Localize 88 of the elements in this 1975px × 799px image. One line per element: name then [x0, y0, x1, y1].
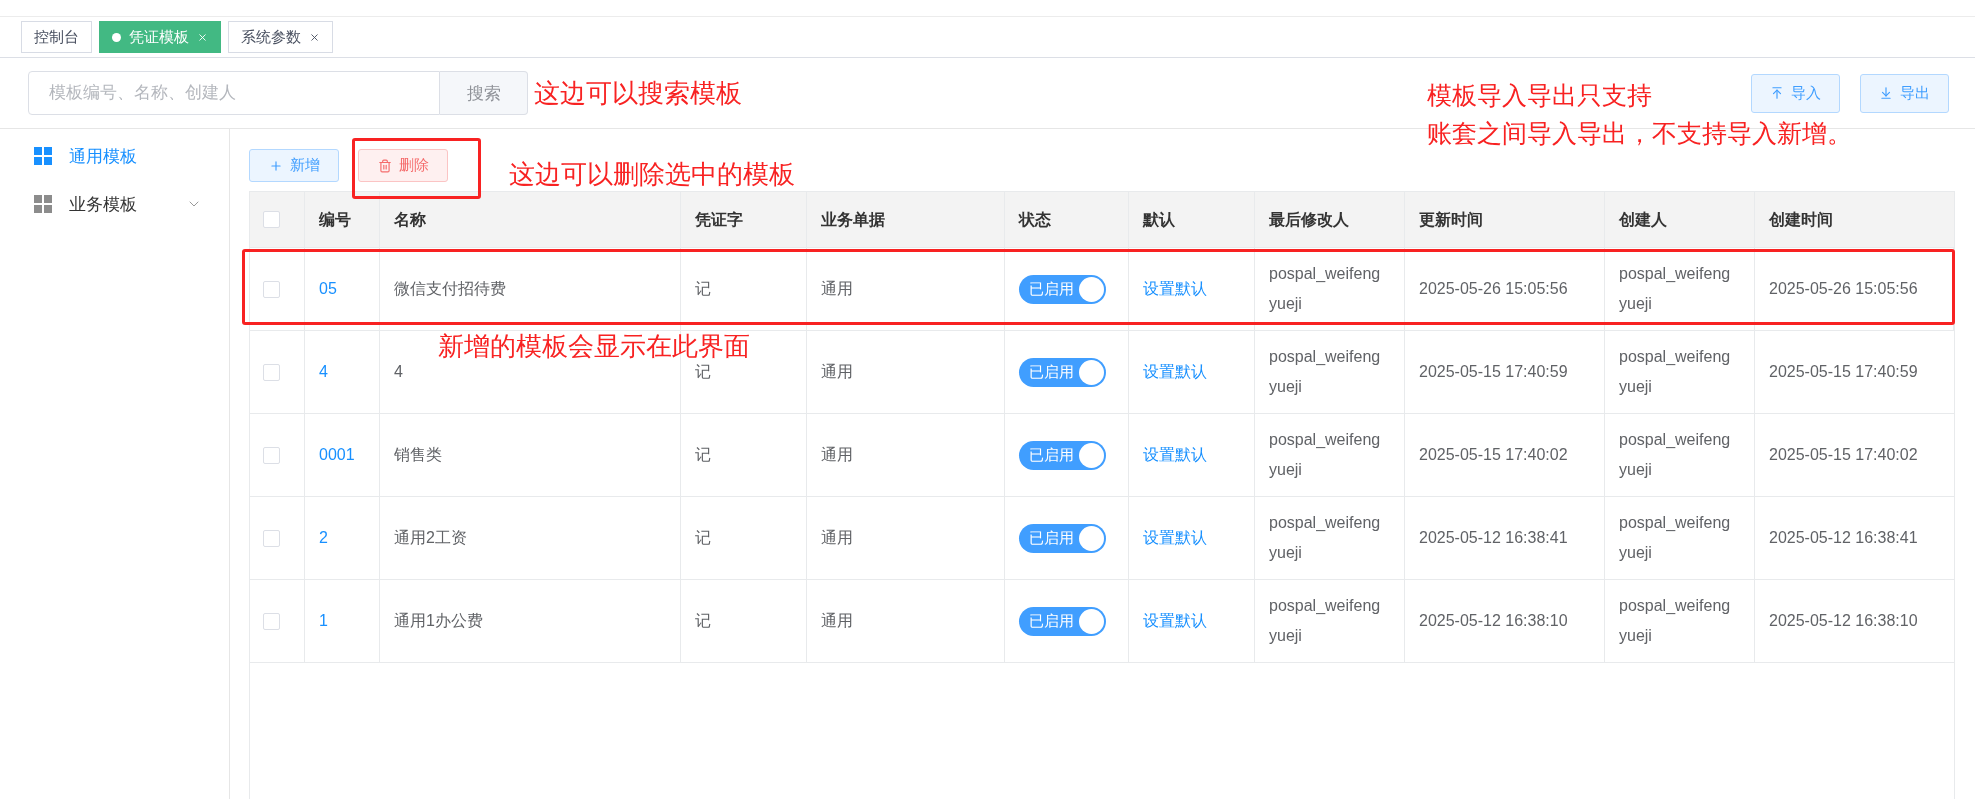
table-cell: 记 — [681, 414, 807, 496]
table-cell: pospal_weifeng yueji — [1255, 497, 1405, 579]
code-link[interactable]: 4 — [319, 357, 328, 387]
set-default-link[interactable]: 设置默认 — [1143, 440, 1207, 470]
set-default-link[interactable]: 设置默认 — [1143, 357, 1207, 387]
grid-icon — [34, 195, 52, 213]
table-cell: 2025-05-12 16:38:10 — [1405, 580, 1605, 662]
checkbox[interactable] — [263, 612, 280, 630]
table-cell-text: 2025-05-15 17:40:02 — [1768, 445, 1919, 465]
column-header: 最后修改人 — [1255, 192, 1405, 247]
table-cell: 通用 — [807, 248, 1005, 330]
search-field[interactable]: 模板编号、名称、创建人 — [28, 71, 440, 115]
table-cell: 通用 — [807, 497, 1005, 579]
toggle-switch[interactable]: 已启用 — [1019, 440, 1106, 470]
annotation-text: 新增的模板会显示在此界面 — [438, 332, 750, 360]
set-default-link[interactable]: 设置默认 — [1143, 274, 1207, 304]
annotation-text: 这边可以搜索模板 — [534, 78, 742, 108]
dot-icon — [112, 32, 121, 42]
sidebar-item[interactable]: 业务模板 — [0, 180, 229, 228]
table-cell: pospal_weifeng yueji — [1605, 580, 1755, 662]
column-header: 编号 — [305, 192, 380, 247]
table-cell: 2025-05-15 17:40:02 — [1405, 414, 1605, 496]
table-cell-text: 2025-05-12 16:38:10 — [1768, 611, 1919, 631]
annotation-text: 账套之间导入导出，不支持导入新增。 — [1427, 118, 1852, 149]
table-cell: 记 — [681, 248, 807, 330]
code-link[interactable]: 05 — [319, 274, 337, 304]
table-cell-text: 2025-05-12 16:38:41 — [1768, 528, 1919, 548]
code-link[interactable]: 2 — [319, 523, 328, 553]
toggle-switch[interactable]: 已启用 — [1019, 606, 1106, 636]
trash-icon — [377, 158, 392, 173]
toggle-switch[interactable]: 已启用 — [1019, 274, 1106, 304]
table-cell: pospal_weifeng yueji — [1605, 248, 1755, 330]
sidebar-item[interactable]: 通用模板 — [0, 132, 229, 180]
add-button[interactable]: 新增 — [249, 149, 339, 182]
checkbox[interactable] — [263, 280, 280, 298]
column-header: 状态 — [1005, 192, 1129, 247]
tab[interactable]: 系统参数 — [228, 21, 333, 53]
table-cell: 2025-05-26 15:05:56 — [1405, 248, 1605, 330]
table-cell: 记 — [681, 497, 807, 579]
table-cell: pospal_weifeng yueji — [1605, 497, 1755, 579]
table-cell: pospal_weifeng yueji — [1255, 331, 1405, 413]
table-cell: 通用 — [807, 580, 1005, 662]
search-button[interactable]: 搜索 — [440, 71, 528, 115]
close-icon[interactable] — [309, 31, 320, 43]
annotation-text: 这边可以删除选中的模板 — [509, 158, 795, 189]
plus-icon — [268, 158, 283, 173]
table-cell: 2025-05-15 17:40:59 — [1405, 331, 1605, 413]
code-link[interactable]: 1 — [319, 606, 328, 636]
checkbox[interactable] — [263, 529, 280, 547]
tab[interactable]: 凭证模板 — [99, 21, 221, 53]
table-cell: pospal_weifeng yueji — [1605, 331, 1755, 413]
checkbox[interactable] — [263, 363, 280, 381]
set-default-link[interactable]: 设置默认 — [1143, 606, 1207, 636]
table-cell: 通用1办公费 — [380, 580, 681, 662]
table-cell: 2025-05-26 15:05:56 — [1755, 248, 1954, 330]
column-header: 业务单据 — [807, 192, 1005, 247]
export-button[interactable]: 导出 — [1860, 73, 1949, 113]
import-button[interactable]: 导入 — [1751, 73, 1840, 113]
set-default-link[interactable]: 设置默认 — [1143, 523, 1207, 553]
column-header: 创建时间 — [1768, 209, 1834, 230]
column-header: 名称 — [380, 192, 681, 247]
download-icon — [1879, 86, 1893, 100]
table-cell: 通用2工资 — [380, 497, 681, 579]
table-cell: 2025-05-12 16:38:41 — [1405, 497, 1605, 579]
table-cell-text: 2025-05-15 17:40:59 — [1768, 362, 1919, 382]
tab[interactable]: 控制台 — [21, 21, 92, 53]
toggle-switch[interactable]: 已启用 — [1019, 357, 1106, 387]
delete-button[interactable]: 删除 — [358, 149, 448, 182]
table-cell: 记 — [681, 580, 807, 662]
table-cell: 销售类 — [380, 414, 681, 496]
checkbox[interactable] — [263, 446, 280, 464]
table-cell: 通用 — [807, 414, 1005, 496]
table-cell: 微信支付招待费 — [380, 248, 681, 330]
upload-icon — [1770, 86, 1784, 100]
grid-icon — [34, 147, 52, 165]
table-cell: pospal_weifeng yueji — [1605, 414, 1755, 496]
table-cell: pospal_weifeng yueji — [1255, 414, 1405, 496]
column-header: 默认 — [1129, 192, 1255, 247]
table-cell: pospal_weifeng yueji — [1255, 248, 1405, 330]
annotation-text: 模板导入导出只支持 — [1427, 80, 1652, 111]
column-header: 更新时间 — [1405, 192, 1605, 247]
table-cell: 通用 — [807, 331, 1005, 413]
toggle-switch[interactable]: 已启用 — [1019, 523, 1106, 553]
table-cell: pospal_weifeng yueji — [1255, 580, 1405, 662]
code-link[interactable]: 0001 — [319, 440, 355, 470]
column-header: 凭证字 — [681, 192, 807, 247]
column-header: 创建人 — [1605, 192, 1755, 247]
checkbox[interactable] — [263, 211, 280, 228]
